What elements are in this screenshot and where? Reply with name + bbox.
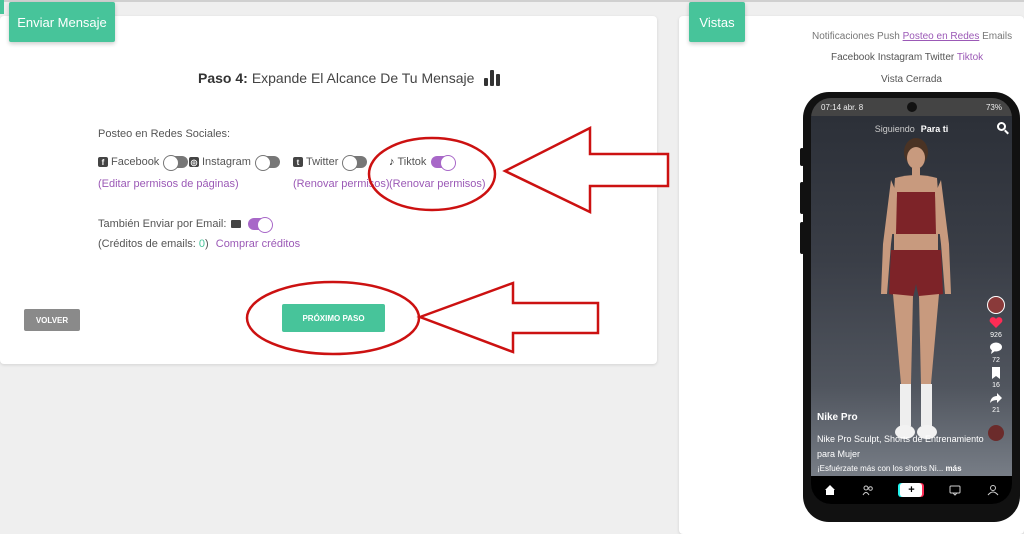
email-credits: (Créditos de emails: 0) Comprar créditos: [98, 238, 300, 250]
corner-tab: [0, 0, 4, 14]
twitter-icon: t: [293, 157, 303, 167]
caption-text: ¡Esfuérzate más con los shorts Ni...: [817, 464, 944, 473]
saves-count: 16: [992, 382, 1000, 389]
comments-count: 72: [992, 357, 1000, 364]
action-rail: 926 72 16 21: [984, 296, 1008, 441]
instagram-toggle[interactable]: [254, 155, 280, 171]
next-step-button[interactable]: PRÓXIMO PASO: [282, 304, 385, 332]
bookmark-icon[interactable]: [989, 367, 1003, 379]
caption-line-2: para Mujer: [817, 449, 861, 459]
email-row: También Enviar por Email:: [98, 217, 274, 233]
top-border: [0, 0, 1024, 2]
friends-icon[interactable]: [862, 484, 874, 496]
tab-for-you[interactable]: Para ti: [921, 124, 949, 134]
social-facebook: f Facebook: [98, 155, 189, 171]
twitter-permissions-link[interactable]: (Renovar permisos): [293, 178, 390, 190]
tab-instagram[interactable]: Instagram: [878, 52, 922, 63]
status-time: 07:14 abr. 8: [821, 102, 864, 112]
instagram-label: Instagram: [202, 156, 251, 168]
phone-screen: 07:14 abr. 8 73% Siguiendo Para ti 926 7…: [811, 98, 1012, 504]
tiktok-permissions-link[interactable]: (Renovar permisos): [389, 178, 486, 190]
instagram-icon: ◎: [189, 157, 199, 167]
tiktok-toggle[interactable]: [431, 155, 457, 171]
camera-notch: [907, 102, 917, 112]
share-icon[interactable]: [989, 392, 1003, 404]
tab-tiktok[interactable]: Tiktok: [957, 52, 983, 63]
tab-social-posting[interactable]: Posteo en Redes: [903, 31, 980, 42]
tab-push[interactable]: Notificaciones Push: [812, 31, 900, 42]
shares-count: 21: [992, 407, 1000, 414]
facebook-label: Facebook: [111, 156, 160, 168]
model-figure: [881, 138, 951, 439]
view-mode[interactable]: Vista Cerrada: [881, 74, 942, 85]
likes-count: 926: [990, 332, 1002, 339]
send-message-badge: Enviar Mensaje: [9, 2, 115, 42]
views-badge: Vistas: [689, 2, 745, 42]
credits-suffix: ): [205, 238, 209, 250]
tab-facebook[interactable]: Facebook: [831, 52, 875, 63]
home-icon[interactable]: [824, 484, 836, 496]
profile-icon[interactable]: [987, 484, 999, 496]
tiktok-icon: ♪: [389, 156, 395, 168]
step-prefix: Paso 4:: [198, 70, 248, 86]
back-button[interactable]: VOLVER: [24, 309, 80, 331]
more-link[interactable]: más: [946, 464, 962, 473]
email-label: También Enviar por Email:: [98, 218, 227, 230]
social-posting-label: Posteo en Redes Sociales:: [98, 128, 231, 140]
twitter-toggle[interactable]: [342, 155, 368, 171]
tiktok-video[interactable]: Siguiendo Para ti 926 72 16 21 Nike Pro …: [811, 116, 1012, 476]
envelope-icon: [231, 220, 242, 228]
tiktok-label: Tiktok: [397, 156, 427, 168]
network-tabs: Facebook Instagram Twitter Tiktok: [831, 52, 983, 63]
caption-line-1: Nike Pro Sculpt, Shorts de Entrenamiento: [817, 434, 984, 444]
email-toggle[interactable]: [248, 217, 274, 233]
step-name: Expande El Alcance De Tu Mensaje: [251, 70, 475, 86]
music-disc-icon[interactable]: [988, 425, 1004, 441]
bar-chart-icon: [484, 70, 501, 86]
video-author[interactable]: Nike Pro: [817, 412, 858, 423]
buy-credits-link[interactable]: Comprar créditos: [216, 238, 300, 250]
feed-tabs: Siguiendo Para ti: [811, 124, 1012, 134]
status-battery: 73%: [985, 102, 1002, 112]
caption-line-3: ¡Esfuérzate más con los shorts Ni... más: [817, 464, 962, 473]
tab-following[interactable]: Siguiendo: [875, 124, 915, 134]
facebook-toggle[interactable]: [163, 155, 189, 171]
preview-type-tabs: Notificaciones Push Posteo en Redes Emai…: [812, 31, 1012, 42]
phone-mockup: 07:14 abr. 8 73% Siguiendo Para ti 926 7…: [803, 92, 1020, 522]
page: Enviar Mensaje Paso 4: Expande El Alcanc…: [0, 0, 1024, 534]
twitter-label: Twitter: [306, 156, 339, 168]
facebook-permissions-link[interactable]: (Editar permisos de páginas): [98, 178, 239, 190]
credits-prefix: (Créditos de emails:: [98, 238, 196, 250]
facebook-icon: f: [98, 157, 108, 167]
create-plus-icon[interactable]: +: [900, 483, 923, 497]
social-tiktok: ♪ Tiktok: [389, 155, 457, 171]
tiktok-bottom-nav: +: [811, 476, 1012, 504]
tab-twitter[interactable]: Twitter: [925, 52, 954, 63]
inbox-icon[interactable]: [949, 484, 961, 496]
creator-avatar[interactable]: [987, 296, 1005, 314]
comment-icon[interactable]: [989, 342, 1003, 354]
search-icon[interactable]: [997, 122, 1006, 131]
social-instagram: ◎ Instagram: [189, 155, 280, 171]
social-twitter: t Twitter: [293, 155, 368, 171]
tab-emails[interactable]: Emails: [982, 31, 1012, 42]
step-title: Paso 4: Expande El Alcance De Tu Mensaje: [198, 70, 501, 86]
heart-icon[interactable]: [989, 317, 1003, 329]
